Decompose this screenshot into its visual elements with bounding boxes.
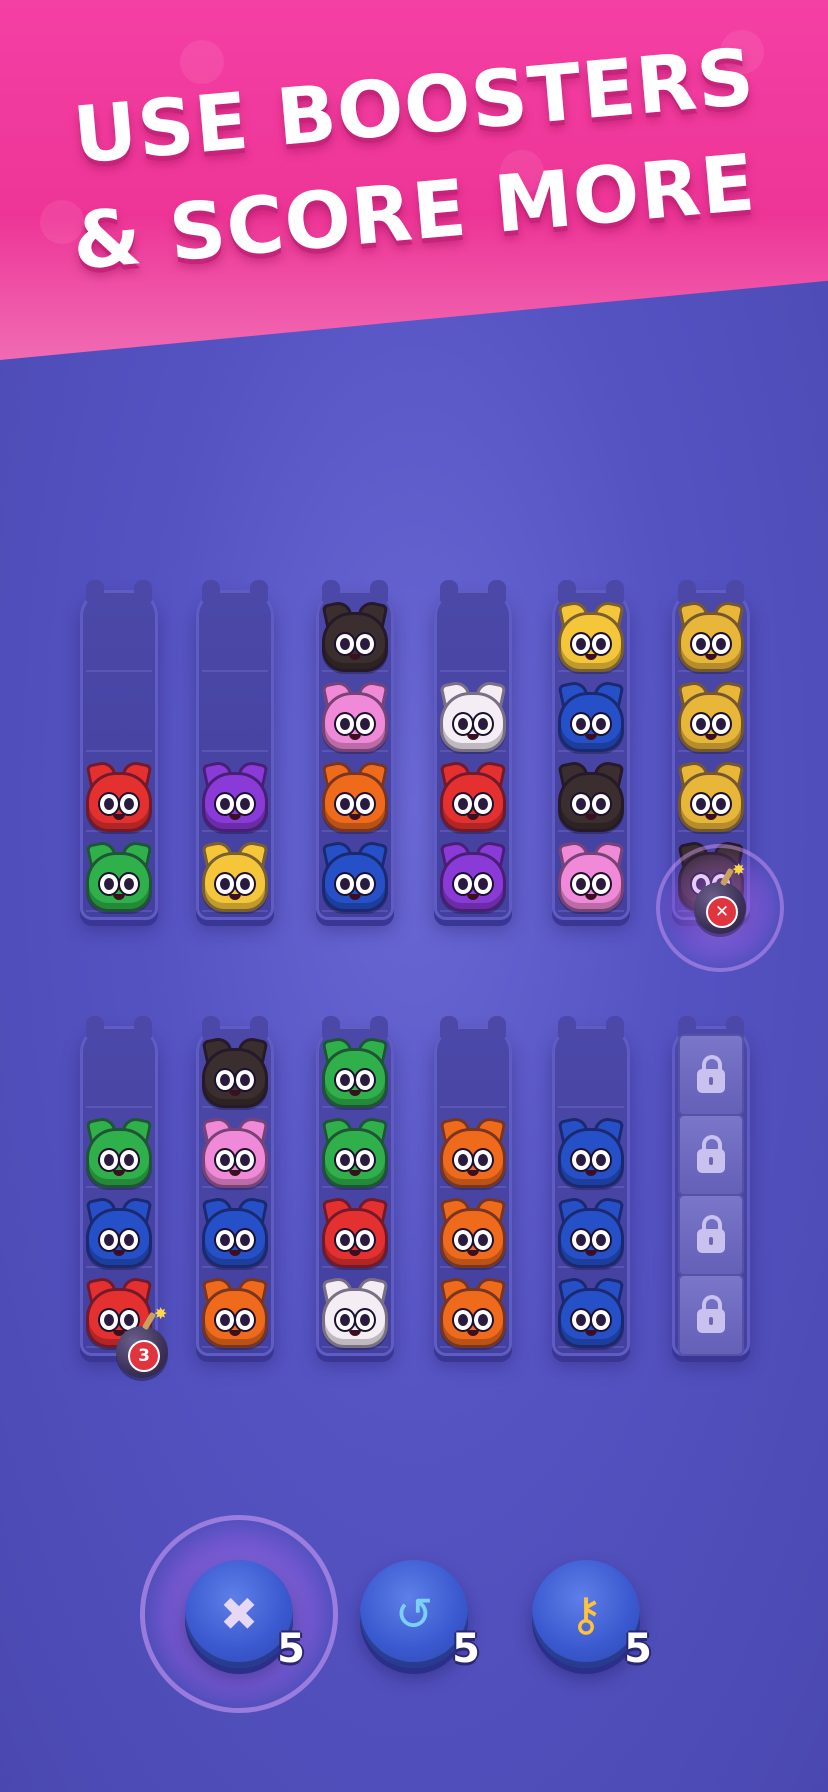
green-cat[interactable] bbox=[82, 1110, 156, 1188]
red-cat[interactable] bbox=[82, 754, 156, 832]
padlock-icon bbox=[697, 1215, 725, 1253]
black-cat[interactable] bbox=[554, 754, 628, 832]
padlock-icon bbox=[697, 1135, 725, 1173]
undo-arrow-icon: ↺ bbox=[394, 1587, 434, 1641]
booster-count: 5 bbox=[277, 1626, 305, 1672]
booster-count: 5 bbox=[452, 1626, 480, 1672]
padlock-icon bbox=[697, 1055, 725, 1093]
black-cat[interactable] bbox=[318, 594, 392, 672]
red-cat[interactable] bbox=[318, 1190, 392, 1268]
pink-cat[interactable] bbox=[198, 1110, 272, 1188]
purple-cat[interactable] bbox=[436, 834, 510, 912]
white-cat[interactable] bbox=[436, 674, 510, 752]
cancel-icon: ✕ bbox=[706, 896, 738, 928]
blue-cat[interactable] bbox=[318, 834, 392, 912]
spark-icon: ✸ bbox=[732, 860, 746, 879]
green-cat[interactable] bbox=[82, 834, 156, 912]
key-icon: ⚷ bbox=[569, 1587, 603, 1641]
white-cat[interactable] bbox=[318, 1270, 392, 1348]
key-booster[interactable]: ⚷ 5 bbox=[532, 1560, 652, 1672]
orange-cat[interactable] bbox=[436, 1190, 510, 1268]
pink-cat[interactable] bbox=[318, 674, 392, 752]
bomb-cancel-icon[interactable]: ✸ ✕ bbox=[694, 860, 746, 934]
orange-cat[interactable] bbox=[436, 1110, 510, 1188]
orange-cat[interactable] bbox=[318, 754, 392, 832]
spark-icon: ✸ bbox=[154, 1304, 168, 1323]
orange-cat[interactable] bbox=[198, 1270, 272, 1348]
gold-cat[interactable] bbox=[674, 674, 748, 752]
gold-cat[interactable] bbox=[674, 594, 748, 672]
yellow-cat[interactable] bbox=[554, 594, 628, 672]
booster-count: 5 bbox=[624, 1626, 652, 1672]
green-cat[interactable] bbox=[318, 1030, 392, 1108]
black-cat[interactable] bbox=[198, 1030, 272, 1108]
blue-cat[interactable] bbox=[554, 674, 628, 752]
purple-cat[interactable] bbox=[198, 754, 272, 832]
blue-cat[interactable] bbox=[82, 1190, 156, 1268]
bomb-counter-icon: ✸ 3 bbox=[116, 1304, 168, 1378]
padlock-icon bbox=[697, 1295, 725, 1333]
yellow-cat[interactable] bbox=[198, 834, 272, 912]
bomb-counter-value: 3 bbox=[128, 1340, 160, 1372]
green-cat[interactable] bbox=[318, 1110, 392, 1188]
blue-cat[interactable] bbox=[554, 1110, 628, 1188]
paw-decoration bbox=[180, 40, 224, 84]
blue-cat[interactable] bbox=[554, 1190, 628, 1268]
red-cat[interactable] bbox=[436, 754, 510, 832]
locked-slot bbox=[678, 1114, 744, 1196]
bomb-icon: ✖ bbox=[219, 1587, 259, 1641]
orange-cat[interactable] bbox=[436, 1270, 510, 1348]
locked-slot bbox=[678, 1194, 744, 1276]
blue-cat[interactable] bbox=[198, 1190, 272, 1268]
tube-2-6[interactable] bbox=[672, 1016, 750, 1356]
locked-slot bbox=[678, 1274, 744, 1356]
undo-booster[interactable]: ↺ 5 bbox=[360, 1560, 480, 1672]
pink-cat[interactable] bbox=[554, 834, 628, 912]
gold-cat[interactable] bbox=[674, 754, 748, 832]
locked-slot bbox=[678, 1034, 744, 1116]
blue-cat[interactable] bbox=[554, 1270, 628, 1348]
bomb-booster[interactable]: ✖ 5 bbox=[185, 1560, 305, 1672]
